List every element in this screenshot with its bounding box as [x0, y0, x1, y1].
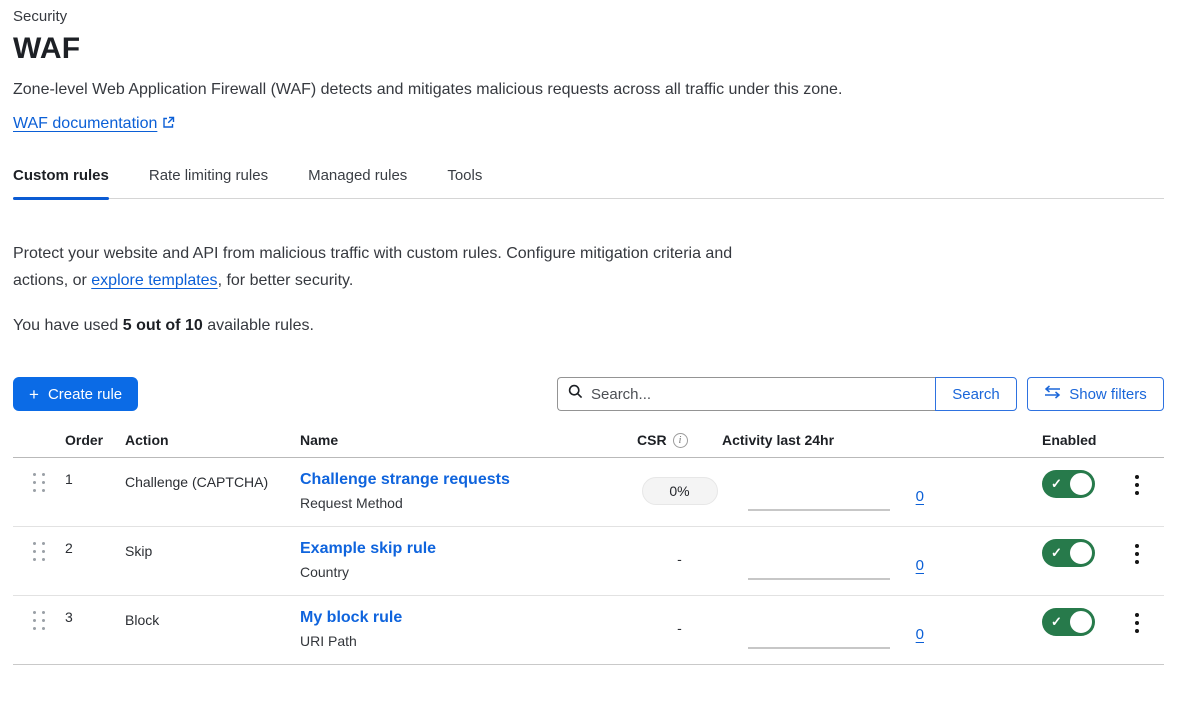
- show-filters-label: Show filters: [1069, 386, 1147, 403]
- external-link-icon: [162, 116, 175, 134]
- rule-order: 3: [65, 596, 125, 664]
- header-order: Order: [65, 432, 125, 448]
- breadcrumb: Security: [13, 8, 1164, 25]
- header-csr-label: CSR: [637, 432, 667, 448]
- header-name: Name: [300, 432, 637, 448]
- check-icon: ✓: [1051, 614, 1062, 630]
- kebab-menu-icon[interactable]: [1129, 542, 1145, 595]
- activity-sparkline: [748, 647, 890, 649]
- enabled-toggle[interactable]: ✓: [1042, 608, 1095, 636]
- csr-value: -: [677, 546, 682, 567]
- activity-count-link[interactable]: 0: [916, 626, 924, 643]
- rules-table: Order Action Name CSR i Activity last 24h…: [13, 432, 1164, 665]
- header-enabled: Enabled: [960, 432, 1110, 448]
- explore-templates-link[interactable]: explore templates: [91, 272, 217, 289]
- usage-count: 5 out of 10: [123, 317, 203, 334]
- intro-text-after: , for better security.: [218, 272, 354, 289]
- tab-tools[interactable]: Tools: [447, 167, 482, 198]
- usage-suffix: available rules.: [203, 317, 314, 334]
- search-box: [557, 377, 935, 411]
- rule-order: 2: [65, 527, 125, 595]
- create-rule-label: Create rule: [48, 386, 122, 403]
- csr-value: -: [677, 615, 682, 636]
- search-button[interactable]: Search: [935, 377, 1017, 411]
- table-row: 1 Challenge (CAPTCHA) Challenge strange …: [13, 458, 1164, 527]
- table-row: 2 Skip Example skip rule Country - 0 ✓: [13, 527, 1164, 596]
- rule-order: 1: [65, 458, 125, 526]
- rule-name-link[interactable]: My block rule: [300, 609, 402, 626]
- table-header: Order Action Name CSR i Activity last 24h…: [13, 432, 1164, 458]
- rule-action: Challenge (CAPTCHA): [125, 458, 300, 526]
- rule-action: Skip: [125, 527, 300, 595]
- rule-action: Block: [125, 596, 300, 664]
- tab-custom-rules[interactable]: Custom rules: [13, 167, 109, 198]
- enabled-toggle[interactable]: ✓: [1042, 539, 1095, 567]
- header-activity: Activity last 24hr: [722, 432, 960, 448]
- rule-match-field: Request Method: [300, 495, 637, 511]
- activity-count-link[interactable]: 0: [916, 557, 924, 574]
- page-description: Zone-level Web Application Firewall (WAF…: [13, 81, 1164, 99]
- waf-documentation-link[interactable]: WAF documentation: [13, 115, 157, 132]
- table-row: 3 Block My block rule URI Path - 0 ✓: [13, 596, 1164, 665]
- drag-handle-icon[interactable]: [33, 542, 46, 564]
- usage-prefix: You have used: [13, 317, 123, 334]
- rule-name-link[interactable]: Challenge strange requests: [300, 471, 510, 488]
- table-body: 1 Challenge (CAPTCHA) Challenge strange …: [13, 458, 1164, 665]
- waf-page: Security WAF Zone-level Web Application …: [0, 0, 1177, 665]
- toggle-knob: [1068, 471, 1094, 497]
- info-icon[interactable]: i: [673, 433, 688, 448]
- usage-text: You have used 5 out of 10 available rule…: [13, 317, 1164, 335]
- search-group: Search: [557, 377, 1017, 411]
- header-csr: CSR i: [637, 432, 722, 448]
- search-icon: [568, 384, 583, 404]
- activity-sparkline: [748, 509, 890, 511]
- rule-name-link[interactable]: Example skip rule: [300, 540, 436, 557]
- tab-bar: Custom rules Rate limiting rules Managed…: [13, 167, 1164, 199]
- search-input[interactable]: [591, 386, 925, 403]
- check-icon: ✓: [1051, 545, 1062, 561]
- header-handle-spacer: [13, 432, 65, 448]
- page-title: WAF: [13, 32, 1164, 66]
- header-menu-spacer: [1110, 432, 1164, 448]
- kebab-menu-icon[interactable]: [1129, 473, 1145, 526]
- csr-badge: 0%: [642, 477, 718, 505]
- header-action: Action: [125, 432, 300, 448]
- toggle-knob: [1068, 609, 1094, 635]
- check-icon: ✓: [1051, 476, 1062, 492]
- drag-handle-icon[interactable]: [33, 611, 46, 633]
- drag-handle-icon[interactable]: [33, 473, 46, 495]
- enabled-toggle[interactable]: ✓: [1042, 470, 1095, 498]
- show-filters-button[interactable]: Show filters: [1027, 377, 1164, 411]
- activity-sparkline: [748, 578, 890, 580]
- kebab-menu-icon[interactable]: [1129, 611, 1145, 664]
- activity-count-link[interactable]: 0: [916, 488, 924, 505]
- rule-match-field: Country: [300, 564, 637, 580]
- tab-rate-limiting-rules[interactable]: Rate limiting rules: [149, 167, 268, 198]
- filters-arrows-icon: [1044, 385, 1061, 403]
- intro-text: Protect your website and API from malici…: [13, 240, 753, 294]
- rule-match-field: URI Path: [300, 633, 637, 649]
- toggle-knob: [1068, 540, 1094, 566]
- plus-icon: +: [29, 386, 39, 403]
- create-rule-button[interactable]: + Create rule: [13, 377, 138, 411]
- tab-managed-rules[interactable]: Managed rules: [308, 167, 407, 198]
- toolbar: + Create rule Search Show filters: [13, 377, 1164, 411]
